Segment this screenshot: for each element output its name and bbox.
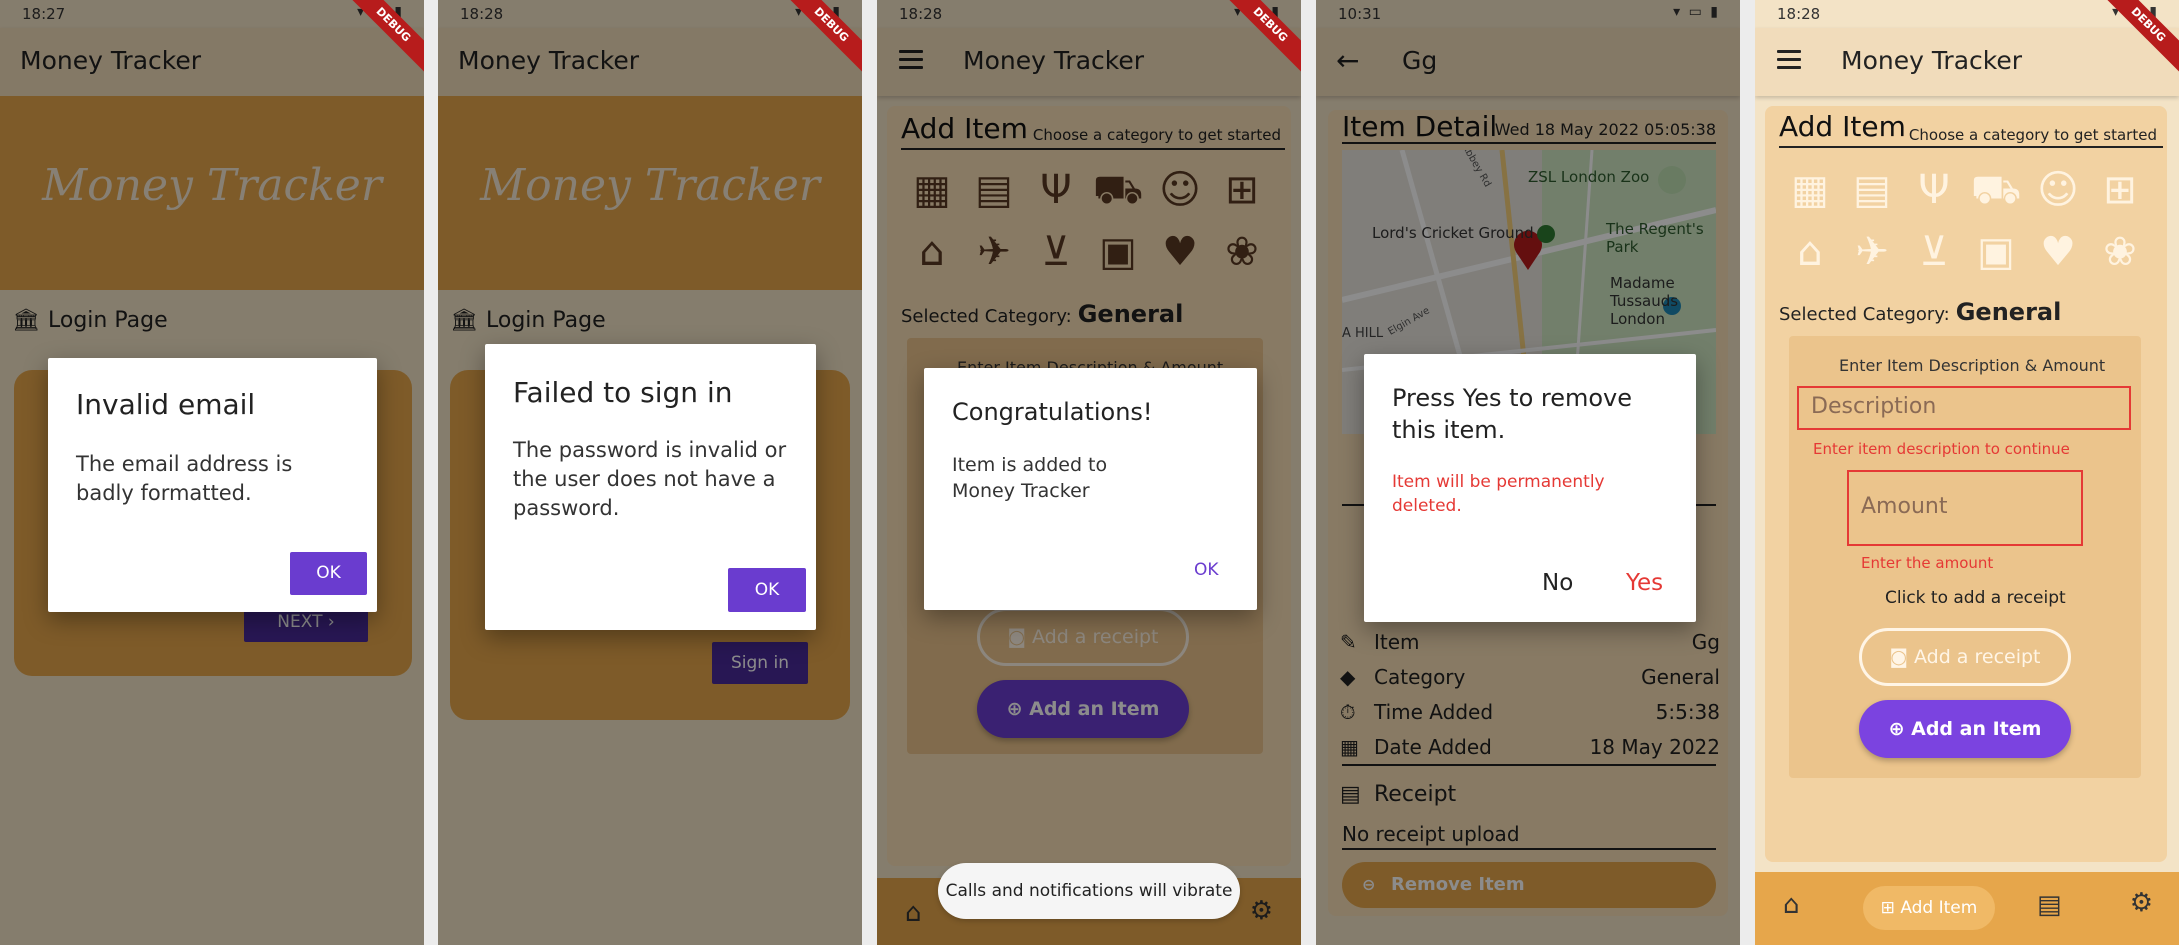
yes-button[interactable]: Yes xyxy=(1626,570,1663,596)
amount-placeholder: Amount xyxy=(1861,494,1948,519)
dialog-body: The email address is badly formatted. xyxy=(76,452,293,505)
dialog-body: The password is invalid or the user does… xyxy=(513,438,787,520)
dialog-body: Item is added to Money Tracker xyxy=(952,454,1108,502)
item-form-card: Enter Item Description & Amount Descript… xyxy=(1789,336,2141,778)
add-receipt-button[interactable]: ◙ Add a receipt xyxy=(1859,628,2071,686)
selected-category-value: General xyxy=(1955,298,2062,326)
dialog-title: Failed to sign in xyxy=(513,376,733,409)
store-icon[interactable]: ⌂ xyxy=(1779,228,1841,276)
selected-category-label: Selected Category: xyxy=(1779,304,1950,325)
gift-icon[interactable]: ⊞ xyxy=(2089,166,2151,214)
description-error: Enter item description to continue xyxy=(1813,440,2070,458)
dialog-body: Item will be permanently deleted. xyxy=(1392,472,1605,516)
smile-icon[interactable]: ☺ xyxy=(2027,166,2089,214)
bottom-navigation: ⌂ ⊞ Add Item ▤ ⚙ xyxy=(1755,872,2179,945)
home-icon[interactable]: ⌂ xyxy=(1783,890,1800,920)
description-placeholder: Description xyxy=(1811,394,1937,419)
add-item-button[interactable]: ⊕ Add an Item xyxy=(1859,700,2071,758)
snackbar: Calls and notifications will vibrate xyxy=(938,863,1240,919)
add-receipt-label: Add a receipt xyxy=(1913,646,2041,668)
alert-dialog: Congratulations! Item is added to Money … xyxy=(924,368,1257,610)
form-hint: Enter Item Description & Amount xyxy=(1839,356,2106,375)
nav-add-item-label: Add Item xyxy=(1900,898,1978,918)
dashboard-icon[interactable]: ▦ xyxy=(1779,166,1841,214)
dialog-title: Invalid email xyxy=(76,388,256,421)
selected-category: Selected Category: General xyxy=(1779,298,2061,326)
nav-add-item[interactable]: ⊞ Add Item xyxy=(1863,886,1995,930)
camera-icon: ◙ xyxy=(1889,646,1908,668)
restaurant-icon[interactable]: Ψ xyxy=(1903,166,1965,214)
app-title: Money Tracker xyxy=(1841,46,2023,75)
bus-icon[interactable]: ▣ xyxy=(1965,228,2027,276)
add-item-label: Add an Item xyxy=(1911,718,2042,740)
heart-icon[interactable]: ♥ xyxy=(2027,228,2089,276)
paw-icon[interactable]: ❀ xyxy=(2089,228,2151,276)
add-circle-icon: ⊕ xyxy=(1888,718,1905,740)
section-subtitle: Choose a category to get started xyxy=(1908,126,2157,144)
phone-screen-add-item-validation: 18:28 ▾ ▭ ▮ Money Tracker DEBUG Add Item… xyxy=(1755,0,2179,945)
add-box-icon: ⊞ xyxy=(1880,898,1895,918)
description-field[interactable]: Description xyxy=(1797,386,2131,430)
ok-button[interactable]: OK xyxy=(1194,560,1219,580)
add-item-sheet: Add Item Choose a category to get starte… xyxy=(1765,106,2167,862)
section-title: Add Item xyxy=(1779,110,1906,143)
cart-icon[interactable]: ⊻ xyxy=(1903,228,1965,276)
confirm-dialog: Press Yes to remove this item. Item will… xyxy=(1364,354,1696,622)
dialog-title: Congratulations! xyxy=(952,398,1153,426)
amount-error: Enter the amount xyxy=(1861,554,1994,572)
ok-button[interactable]: OK xyxy=(728,568,806,612)
status-time: 18:28 xyxy=(1777,5,1821,23)
alert-dialog: Invalid email The email address is badly… xyxy=(48,358,377,612)
divider xyxy=(1779,146,2163,148)
phone-screen-invalid-email: 18:27 ▾ ▭ ▮ Money Tracker DEBUG Money Tr… xyxy=(0,0,424,945)
ok-button[interactable]: OK xyxy=(290,552,367,595)
alert-dialog: Failed to sign in The password is invali… xyxy=(485,344,816,630)
receipt-icon[interactable]: ▤ xyxy=(1841,166,1903,214)
receipt-hint: Click to add a receipt xyxy=(1885,588,2066,608)
amount-field[interactable]: Amount xyxy=(1847,470,2083,546)
ledger-icon[interactable]: ▤ xyxy=(2037,890,2062,920)
phone-screen-signin-failed: 18:28 ▾ ▭ ▮ Money Tracker DEBUG Money Tr… xyxy=(438,0,862,945)
phone-screen-item-added: 18:28 ▾ ▭ ▮ Money Tracker DEBUG Add Item… xyxy=(877,0,1301,945)
settings-icon[interactable]: ⚙ xyxy=(2130,888,2153,918)
dialog-title: Press Yes to remove this item. xyxy=(1392,384,1633,444)
phone-screen-remove-item: 10:31 ▾ ▭ ▮ ← Gg Item Detail Wed 18 May … xyxy=(1316,0,1740,945)
airplane-icon[interactable]: ✈ xyxy=(1841,228,1903,276)
no-button[interactable]: No xyxy=(1542,570,1573,596)
menu-icon[interactable] xyxy=(1777,50,1801,70)
category-grid: ▦ ▤ Ψ ⛟ ☺ ⊞ ⌂ ✈ ⊻ ▣ ♥ ❀ xyxy=(1779,166,2151,276)
delivery-icon[interactable]: ⛟ xyxy=(1965,166,2027,214)
app-bar: Money Tracker xyxy=(1755,28,2179,96)
